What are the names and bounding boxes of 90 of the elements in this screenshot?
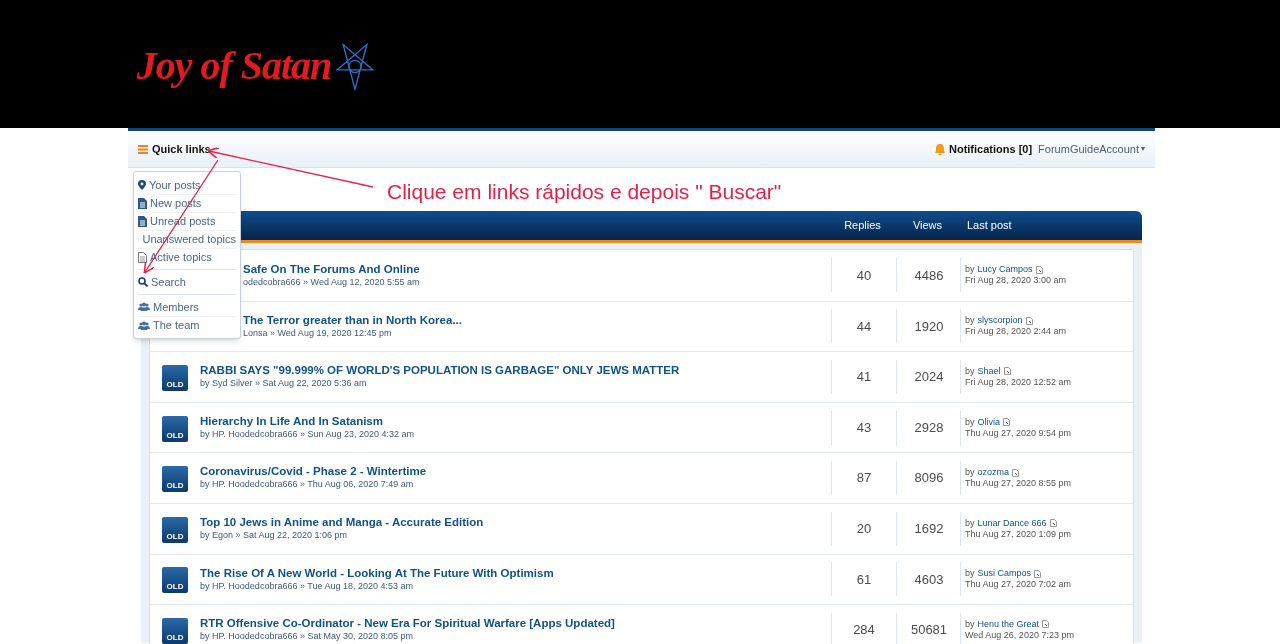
topic-status-icon: OLD bbox=[162, 617, 188, 644]
author-link[interactable]: Lucy Campos bbox=[977, 264, 1033, 276]
topic-title-link[interactable]: RABBI SAYS "99.999% OF WORLD'S POPULATION IS GARBAGE" ONLY JEWS MATTER bbox=[200, 363, 831, 378]
views-count: 4603 bbox=[914, 570, 944, 589]
topic-status-icon: OLD bbox=[162, 567, 188, 594]
author-link[interactable]: slyscorpion bbox=[977, 315, 1023, 327]
views-count: 50681 bbox=[910, 621, 948, 640]
author-link[interactable]: Susi Campos bbox=[977, 568, 1032, 580]
last-post-date: Thu Aug 27, 2020 1:09 pm bbox=[965, 528, 1072, 540]
topic-title-link[interactable]: Hierarchy In Life And In Satanism bbox=[200, 413, 831, 428]
author-link[interactable]: Lunar Dance 666 bbox=[977, 517, 1047, 529]
last-post-date: Wed Aug 26, 2020 7:23 pm bbox=[965, 629, 1074, 641]
last-post-by: by bbox=[965, 517, 975, 529]
menu-item[interactable]: Your posts bbox=[138, 176, 236, 194]
view-post-icon[interactable] bbox=[1049, 519, 1057, 528]
menu-item[interactable]: Members bbox=[138, 298, 236, 316]
last-post-date: Thu Aug 27, 2020 8:55 pm bbox=[965, 478, 1072, 490]
view-post-icon[interactable] bbox=[1042, 620, 1050, 629]
view-post-icon[interactable] bbox=[1003, 367, 1011, 376]
replies-count: 87 bbox=[856, 469, 872, 488]
last-post-by: by bbox=[965, 366, 975, 377]
author-link[interactable]: Olivia bbox=[977, 416, 1001, 428]
topic-title-link[interactable]: The Rise Of A New World - Looking At The Future With Optimism bbox=[200, 565, 831, 580]
topic-title-link[interactable]: The Terror greater than in North Korea... bbox=[243, 312, 831, 327]
topic-title-link[interactable]: Top 10 Jews in Anime and Manga - Accurate Edition bbox=[200, 515, 831, 529]
last-post-date: Fri Aug 28, 2020 12:52 am bbox=[965, 377, 1072, 388]
views-count: 2928 bbox=[914, 418, 944, 437]
author-link[interactable]: ozozma bbox=[977, 467, 1010, 479]
topic-byline: by HP. Hoodedcobra666 » Sun Aug 23, 2020 4:32 am bbox=[200, 427, 415, 441]
view-post-icon[interactable] bbox=[1003, 418, 1011, 427]
column-header: Views bbox=[911, 218, 944, 234]
column-header: Last post bbox=[966, 218, 1012, 234]
account-menu[interactable]: ForumGuideAccount ▾ bbox=[1038, 140, 1145, 158]
pin-icon bbox=[138, 180, 146, 190]
last-post-date: Thu Aug 27, 2020 7:02 am bbox=[965, 579, 1072, 591]
users-icon bbox=[138, 320, 150, 331]
last-post-by: by bbox=[965, 264, 975, 276]
topic-byline: by HP. Hoodedcobra666 » Thu Aug 06, 2020 7:49 am bbox=[200, 478, 415, 492]
view-post-icon[interactable] bbox=[1025, 316, 1033, 325]
logo-text: Joy of Satan bbox=[136, 42, 332, 90]
replies-count: 44 bbox=[856, 317, 872, 336]
last-post-date: Thu Aug 27, 2020 9:54 pm bbox=[965, 427, 1072, 439]
search-icon bbox=[138, 277, 148, 287]
topic-byline: by Syd Silver » Sat Aug 22, 2020 5:36 am bbox=[200, 377, 368, 391]
menu-item[interactable]: Search bbox=[138, 273, 236, 291]
menu-icon bbox=[138, 144, 148, 154]
topic-status-icon: OLD bbox=[162, 466, 188, 493]
view-post-icon[interactable] bbox=[1035, 265, 1043, 274]
views-count: 1692 bbox=[914, 520, 944, 538]
last-post-by: by bbox=[965, 315, 975, 327]
views-count: 2024 bbox=[914, 368, 944, 387]
replies-count: 43 bbox=[856, 418, 872, 437]
menu-item[interactable]: The team bbox=[138, 316, 236, 334]
view-post-icon[interactable] bbox=[1012, 468, 1020, 477]
column-header: Replies bbox=[843, 218, 882, 234]
last-post-by: by bbox=[965, 467, 975, 479]
last-post-by: by bbox=[965, 618, 975, 630]
last-post-date: Fri Aug 28, 2020 2:44 am bbox=[965, 326, 1067, 338]
topic-byline: odedcobra666 » Wed Aug 12, 2020 5:55 am bbox=[243, 275, 421, 289]
replies-count: 40 bbox=[856, 266, 872, 285]
topic-title-link[interactable]: RTR Offensive Co-Ordinator - New Era For Spiritual Warfare [Apps Updated] bbox=[200, 616, 831, 631]
last-post-date: Fri Aug 28, 2020 3:00 am bbox=[965, 275, 1067, 287]
author-link[interactable]: Shael bbox=[977, 366, 1001, 377]
topic-byline: by HP. Hoodedcobra666 » Sat May 30, 2020 8:05 pm bbox=[200, 630, 414, 644]
topic-byline: Lonsa » Wed Aug 19, 2020 12:45 pm bbox=[243, 326, 393, 340]
notifications-link[interactable]: Notifications [0] bbox=[935, 140, 1033, 158]
topic-title-link[interactable]: Coronavirus/Covid - Phase 2 - Wintertime bbox=[200, 464, 831, 479]
topic-byline: by Egon » Sat Aug 22, 2020 1:06 pm bbox=[200, 529, 349, 542]
topic-status-icon: OLD bbox=[162, 365, 188, 391]
pentagram-icon bbox=[335, 41, 376, 91]
replies-count: 61 bbox=[856, 570, 872, 589]
views-count: 8096 bbox=[914, 469, 944, 488]
annotation-text: Clique em links rápidos e depois " Buscar" bbox=[387, 179, 782, 205]
views-count: 4486 bbox=[914, 266, 944, 285]
users-icon bbox=[138, 302, 150, 312]
last-post-by: by bbox=[965, 568, 975, 580]
last-post-by: by bbox=[965, 416, 975, 428]
replies-count: 284 bbox=[853, 621, 875, 640]
replies-count: 20 bbox=[856, 520, 872, 538]
replies-count: 41 bbox=[856, 368, 872, 387]
quick-links-button[interactable]: Quick links bbox=[138, 140, 211, 158]
bell-icon bbox=[935, 143, 945, 155]
topic-title-link[interactable]: Safe On The Forums And Online bbox=[243, 261, 831, 276]
topic-byline: by HP. Hoodedcobra666 » Tue Aug 18, 2020 4:53 am bbox=[200, 579, 414, 593]
author-link[interactable]: Henu the Great bbox=[977, 618, 1040, 630]
views-count: 1920 bbox=[914, 317, 944, 336]
site-logo[interactable]: Joy of Satan bbox=[128, 4, 384, 128]
topic-status-icon: OLD bbox=[162, 415, 188, 442]
view-post-icon[interactable] bbox=[1034, 569, 1042, 578]
topic-status-icon: OLD bbox=[162, 516, 188, 543]
